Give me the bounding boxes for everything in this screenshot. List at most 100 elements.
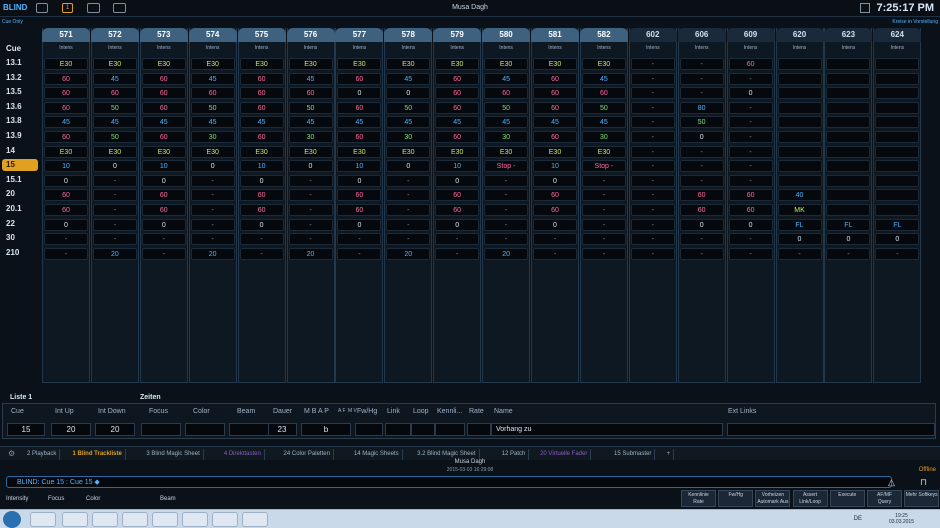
channel-tab-582[interactable]: 582 bbox=[579, 28, 628, 42]
softkey-1[interactable]: Kennlinie Rate bbox=[681, 490, 716, 507]
panel-empty-field[interactable] bbox=[385, 423, 411, 436]
level-cell[interactable]: 45 bbox=[533, 116, 577, 129]
level-cell[interactable]: 0 bbox=[92, 160, 137, 173]
level-cell[interactable]: 0 bbox=[337, 87, 382, 100]
level-cell[interactable]: - bbox=[630, 58, 675, 70]
media-player-icon[interactable] bbox=[92, 512, 118, 527]
softkey-6[interactable]: AF/MF Query bbox=[867, 490, 902, 507]
level-cell[interactable]: 60 bbox=[435, 189, 480, 202]
level-cell[interactable]: 60 bbox=[239, 87, 284, 100]
level-cell[interactable]: 60 bbox=[337, 101, 382, 114]
level-cell[interactable]: 50 bbox=[92, 101, 137, 114]
level-cell[interactable]: E30 bbox=[533, 145, 577, 158]
level-cell[interactable]: FL bbox=[826, 218, 871, 231]
level-cell[interactable]: 0 bbox=[728, 87, 773, 100]
level-cell[interactable]: - bbox=[777, 247, 822, 260]
level-cell[interactable]: - bbox=[386, 174, 431, 187]
level-cell[interactable]: 60 bbox=[581, 87, 626, 100]
level-cell[interactable]: 60 bbox=[533, 101, 577, 114]
channel-tab-623[interactable]: 623 bbox=[824, 28, 873, 42]
level-cell[interactable]: E30 bbox=[581, 58, 626, 70]
softkey-3[interactable]: Vorheizen Automark Aus bbox=[755, 490, 791, 507]
level-cell[interactable]: - bbox=[630, 189, 675, 202]
cue-row-label[interactable]: 15 bbox=[2, 159, 38, 172]
tray-language[interactable]: DE bbox=[854, 516, 862, 522]
level-cell[interactable]: 0 bbox=[288, 160, 333, 173]
level-cell[interactable]: - bbox=[728, 101, 773, 114]
level-cell[interactable] bbox=[826, 160, 871, 173]
level-cell[interactable]: - bbox=[484, 233, 529, 246]
level-cell[interactable]: 60 bbox=[44, 204, 88, 216]
level-cell[interactable]: - bbox=[288, 189, 333, 202]
level-cell[interactable]: 45 bbox=[92, 116, 137, 129]
level-cell[interactable]: - bbox=[92, 204, 137, 216]
level-cell[interactable]: - bbox=[190, 174, 235, 187]
level-cell[interactable]: - bbox=[630, 160, 675, 173]
channel-tab-580[interactable]: 580 bbox=[482, 28, 531, 42]
level-cell[interactable]: E30 bbox=[386, 145, 431, 158]
level-cell[interactable]: 0 bbox=[44, 174, 88, 187]
level-cell[interactable]: 0 bbox=[239, 218, 284, 231]
level-cell[interactable] bbox=[777, 116, 822, 129]
level-cell[interactable]: 60 bbox=[435, 87, 480, 100]
level-cell[interactable]: 0 bbox=[190, 160, 235, 173]
level-cell[interactable]: 60 bbox=[190, 87, 235, 100]
level-cell[interactable]: - bbox=[728, 247, 773, 260]
level-cell[interactable] bbox=[826, 189, 871, 202]
level-cell[interactable]: 60 bbox=[484, 87, 529, 100]
level-cell[interactable]: - bbox=[288, 233, 333, 246]
cue-row-label[interactable]: 13.9 bbox=[2, 130, 38, 142]
level-cell[interactable]: - bbox=[630, 101, 675, 114]
cue-row-label[interactable]: 210 bbox=[2, 247, 38, 259]
level-cell[interactable]: 60 bbox=[239, 189, 284, 202]
command-line[interactable]: BLIND: Cue 15 : Cue 15 ◆ bbox=[6, 476, 892, 488]
level-cell[interactable]: E30 bbox=[533, 58, 577, 70]
level-cell[interactable]: - bbox=[190, 218, 235, 231]
level-cell[interactable]: - bbox=[337, 233, 382, 246]
level-cell[interactable]: 45 bbox=[141, 116, 186, 129]
level-cell[interactable]: 60 bbox=[337, 189, 382, 202]
level-cell[interactable]: 50 bbox=[92, 131, 137, 143]
panel-empty-field[interactable] bbox=[229, 423, 269, 436]
panel-int-up-field[interactable]: 20 bbox=[51, 423, 91, 436]
level-cell[interactable]: E30 bbox=[337, 58, 382, 70]
level-cell[interactable] bbox=[875, 87, 920, 100]
ie-icon[interactable] bbox=[30, 512, 56, 527]
level-cell[interactable]: E30 bbox=[288, 58, 333, 70]
level-cell[interactable]: 0 bbox=[435, 174, 480, 187]
level-cell[interactable]: 60 bbox=[435, 204, 480, 216]
level-cell[interactable]: 45 bbox=[386, 72, 431, 85]
level-cell[interactable]: 0 bbox=[337, 174, 382, 187]
level-cell[interactable]: - bbox=[92, 233, 137, 246]
level-cell[interactable]: 60 bbox=[533, 87, 577, 100]
level-cell[interactable]: - bbox=[728, 233, 773, 246]
softkey-7[interactable]: Mehr Softkeys bbox=[904, 490, 940, 507]
level-cell[interactable]: E30 bbox=[435, 145, 480, 158]
level-cell[interactable]: - bbox=[679, 72, 724, 85]
level-cell[interactable]: - bbox=[679, 233, 724, 246]
level-cell[interactable]: - bbox=[581, 233, 626, 246]
level-cell[interactable]: 80 bbox=[679, 101, 724, 114]
level-cell[interactable]: 0 bbox=[44, 218, 88, 231]
level-cell[interactable]: 45 bbox=[484, 72, 529, 85]
level-cell[interactable]: 45 bbox=[484, 116, 529, 129]
level-cell[interactable]: E30 bbox=[44, 145, 88, 158]
softkey-5[interactable]: Execute bbox=[829, 490, 865, 507]
level-cell[interactable]: - bbox=[630, 116, 675, 129]
level-cell[interactable]: - bbox=[44, 247, 88, 260]
level-cell[interactable]: 60 bbox=[141, 72, 186, 85]
level-cell[interactable]: - bbox=[679, 247, 724, 260]
level-cell[interactable]: 60 bbox=[239, 101, 284, 114]
level-cell[interactable]: - bbox=[581, 174, 626, 187]
level-cell[interactable]: 0 bbox=[777, 233, 822, 246]
panel-empty-field[interactable] bbox=[467, 423, 491, 436]
level-cell[interactable]: - bbox=[288, 204, 333, 216]
channel-tab-579[interactable]: 579 bbox=[433, 28, 482, 42]
level-cell[interactable] bbox=[826, 204, 871, 216]
level-cell[interactable]: 10 bbox=[435, 160, 480, 173]
level-cell[interactable]: 20 bbox=[288, 247, 333, 260]
level-cell[interactable]: 0 bbox=[679, 218, 724, 231]
level-cell[interactable]: 60 bbox=[141, 204, 186, 216]
param-key-beam[interactable]: Beam bbox=[160, 496, 176, 502]
level-cell[interactable]: 45 bbox=[44, 116, 88, 129]
